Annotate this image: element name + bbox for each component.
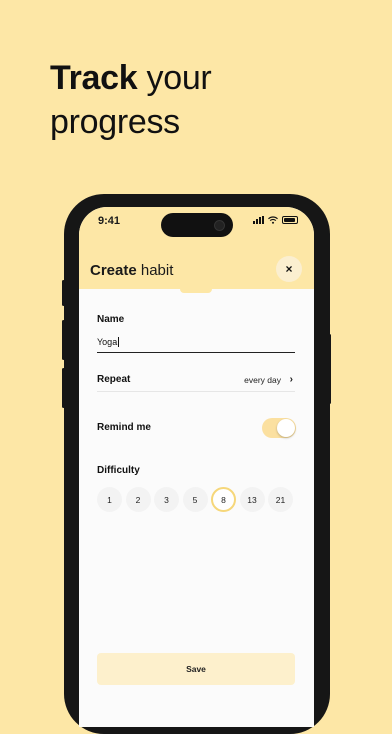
phone-screen: 9:41 Create habit × Name Yoga Repeat eve… [79,207,314,727]
screen-header: Create habit × [79,241,314,289]
title-rest: habit [136,262,174,279]
difficulty-option[interactable]: 2 [125,487,151,512]
phone-side-button [62,280,65,306]
name-input[interactable]: Yoga [97,332,295,353]
close-button[interactable]: × [276,256,302,282]
difficulty-option[interactable]: 5 [182,487,208,512]
difficulty-label: Difficulty [97,465,140,476]
status-bar: 9:41 [79,207,314,241]
camera-icon [214,220,225,231]
repeat-value: every day [244,375,281,385]
header-notch [180,289,212,293]
battery-icon [282,216,298,224]
close-icon: × [285,262,293,276]
save-label: Save [186,664,206,674]
chevron-right-icon: › [289,374,293,385]
difficulty-option-selected[interactable]: 8 [211,487,236,512]
page-title: Create habit [90,262,173,279]
difficulty-options: 1 2 3 5 8 13 21 [97,487,293,512]
remind-label: Remind me [97,422,151,433]
difficulty-option[interactable]: 21 [268,487,293,512]
phone-power-button [328,334,331,404]
status-time: 9:41 [98,215,121,227]
title-bold: Create [90,262,137,279]
headline-bold: Track [50,59,138,97]
dynamic-island [161,213,233,237]
toggle-knob [277,419,295,437]
system-icons [253,216,298,224]
repeat-label: Repeat [97,374,131,385]
name-value: Yoga [97,337,118,347]
signal-icon [253,216,264,224]
repeat-selector[interactable]: Repeat every day › [97,371,295,392]
difficulty-option[interactable]: 3 [154,487,179,512]
difficulty-option[interactable]: 13 [239,487,265,512]
text-caret [118,337,120,347]
difficulty-option[interactable]: 1 [97,487,122,512]
promo-headline: Track your progress [50,56,212,144]
phone-volume-up-button [62,320,65,360]
headline-line2: progress [50,103,180,141]
phone-volume-down-button [62,368,65,408]
name-label: Name [97,314,125,325]
remind-toggle[interactable] [262,418,296,438]
save-button[interactable]: Save [97,653,295,685]
wifi-icon [268,216,278,224]
headline-rest: your [137,59,212,97]
